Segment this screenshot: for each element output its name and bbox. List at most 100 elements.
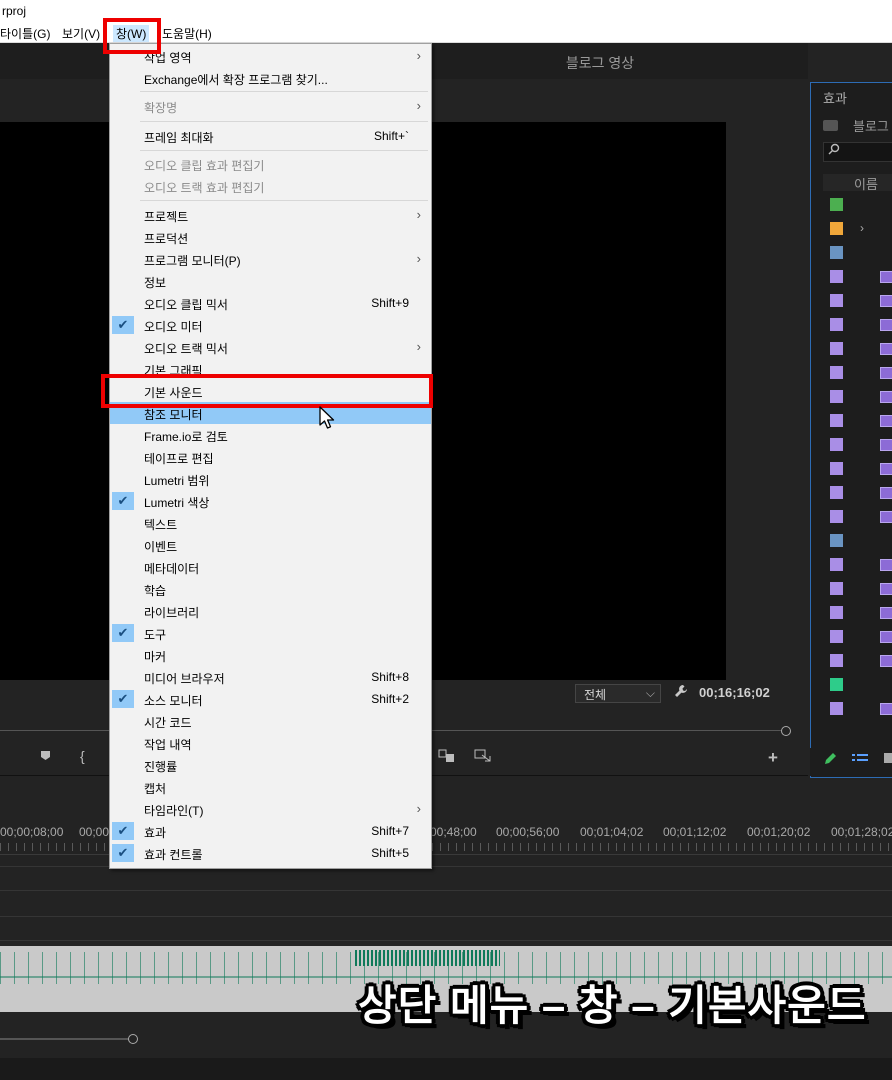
- wrench-icon[interactable]: [674, 684, 688, 701]
- bin-icon: [823, 120, 838, 131]
- label-swatch[interactable]: [830, 486, 843, 499]
- audio-waveform: [355, 950, 500, 966]
- search-icon: [828, 143, 840, 158]
- label-swatch[interactable]: [830, 558, 843, 571]
- menu-item-markers[interactable]: 마커: [110, 644, 431, 666]
- menu-item-audio-clip-effect-editor: 오디오 클립 효과 편집기: [110, 153, 431, 175]
- plus-icon[interactable]: +: [768, 748, 778, 768]
- menu-item-maximize-frame[interactable]: 프레임 최대화 Shift+`: [110, 125, 431, 147]
- menu-item-shortcut: Shift+5: [371, 846, 409, 860]
- label-swatch[interactable]: [830, 702, 843, 715]
- chevron-right-icon: ›: [416, 207, 421, 222]
- menu-item-edit-to-tape[interactable]: 테이프로 편집: [110, 446, 431, 468]
- label-swatch[interactable]: [830, 198, 843, 211]
- menu-item-info[interactable]: 정보: [110, 270, 431, 292]
- icon-view-icon[interactable]: [884, 753, 892, 763]
- label-swatch[interactable]: [830, 246, 843, 259]
- ruler-label: 00;01;12;02: [663, 825, 727, 839]
- label-swatch[interactable]: [830, 342, 843, 355]
- ruler-label: 00;01;04;02: [580, 825, 644, 839]
- label-swatch[interactable]: [830, 318, 843, 331]
- label-swatch[interactable]: [830, 462, 843, 475]
- menu-item-metadata[interactable]: 메타데이터: [110, 556, 431, 578]
- label-swatch[interactable]: [830, 390, 843, 403]
- menu-item-label: 작업 내역: [144, 738, 192, 752]
- label-swatch[interactable]: [830, 534, 843, 547]
- menu-item-label: 도구: [144, 628, 167, 642]
- menu-help[interactable]: 도움말(H): [162, 25, 212, 42]
- menu-item-label: 미디어 브라우저: [144, 672, 225, 686]
- label-swatch[interactable]: [830, 678, 843, 691]
- effects-panel-title[interactable]: 효과: [823, 88, 847, 107]
- menu-item-effects[interactable]: ✔ 효과 Shift+7: [110, 820, 431, 842]
- fit-select[interactable]: 전체 ⌵: [575, 684, 661, 703]
- clip-icon: [880, 391, 892, 403]
- label-swatch[interactable]: [830, 222, 843, 235]
- menu-item-capture[interactable]: 캡처: [110, 776, 431, 798]
- menu-item-review-frameio[interactable]: Frame.io로 검토: [110, 424, 431, 446]
- menu-item-label: 타임라인(T): [144, 804, 204, 818]
- clip-icon: [880, 463, 892, 475]
- menu-item-media-browser[interactable]: 미디어 브라우저 Shift+8: [110, 666, 431, 688]
- menu-item-audio-track-mixer[interactable]: 오디오 트랙 믹서 ›: [110, 336, 431, 358]
- menu-item-text[interactable]: 텍스트: [110, 512, 431, 534]
- menu-item-exchange[interactable]: Exchange에서 확장 프로그램 찾기...: [110, 67, 431, 89]
- menu-item-label: 소스 모니터: [144, 694, 203, 708]
- label-swatch[interactable]: [830, 414, 843, 427]
- chevron-right-icon[interactable]: ›: [860, 221, 864, 235]
- column-header-name[interactable]: 이름: [823, 174, 892, 192]
- insert-icon[interactable]: [438, 749, 456, 766]
- label-swatch[interactable]: [830, 654, 843, 667]
- track-divider: [0, 890, 892, 891]
- menu-item-audio-clip-mixer[interactable]: 오디오 클립 믹서 Shift+9: [110, 292, 431, 314]
- ruler-label: 00;00;56;00: [496, 825, 560, 839]
- menu-item-label: 오디오 미터: [144, 320, 203, 334]
- menu-title[interactable]: 타이틀(G): [0, 25, 50, 42]
- menu-separator: [140, 200, 428, 201]
- label-swatch[interactable]: [830, 582, 843, 595]
- menu-item-label: 라이브러리: [144, 606, 200, 620]
- menu-item-learn[interactable]: 학습: [110, 578, 431, 600]
- menu-item-production[interactable]: 프로덕션: [110, 226, 431, 248]
- menu-item-timecode[interactable]: 시간 코드: [110, 710, 431, 732]
- label-swatch[interactable]: [830, 294, 843, 307]
- label-swatch[interactable]: [830, 438, 843, 451]
- scroll-handle[interactable]: [781, 726, 791, 736]
- menu-item-libraries[interactable]: 라이브러리: [110, 600, 431, 622]
- label-swatch[interactable]: [830, 270, 843, 283]
- scroll-handle[interactable]: [128, 1034, 138, 1044]
- menu-item-shortcut: Shift+8: [371, 670, 409, 684]
- menu-item-effect-controls[interactable]: ✔ 효과 컨트롤 Shift+5: [110, 842, 431, 864]
- pencil-icon[interactable]: [823, 752, 837, 771]
- chevron-down-icon: ⌵: [645, 686, 655, 700]
- label-swatch[interactable]: [830, 606, 843, 619]
- menu-item-history[interactable]: 작업 내역: [110, 732, 431, 754]
- menu-separator: [140, 91, 428, 92]
- menu-item-audio-meters[interactable]: ✔ 오디오 미터: [110, 314, 431, 336]
- menu-item-lumetri-scopes[interactable]: Lumetri 범위: [110, 468, 431, 490]
- menu-item-timelines[interactable]: 타임라인(T) ›: [110, 798, 431, 820]
- label-swatch[interactable]: [830, 366, 843, 379]
- menu-item-project[interactable]: 프로젝트 ›: [110, 204, 431, 226]
- clip-icon: [880, 607, 892, 619]
- clip-icon: [880, 319, 892, 331]
- menu-item-events[interactable]: 이벤트: [110, 534, 431, 556]
- menu-item-progress[interactable]: 진행률: [110, 754, 431, 776]
- playhead-timecode[interactable]: 00;16;16;02: [699, 685, 770, 700]
- chevron-right-icon: ›: [416, 251, 421, 266]
- window-title: rproj: [2, 4, 27, 18]
- list-view-icon[interactable]: [852, 752, 868, 770]
- menu-item-program-monitor[interactable]: 프로그램 모니터(P) ›: [110, 248, 431, 270]
- timeline-zoom-bar[interactable]: [0, 1038, 132, 1040]
- menu-view[interactable]: 보기(V): [62, 25, 100, 42]
- menu-item-label: 시간 코드: [144, 716, 192, 730]
- menu-item-lumetri-color[interactable]: ✔ Lumetri 색상: [110, 490, 431, 512]
- label-swatch[interactable]: [830, 510, 843, 523]
- menu-item-source-monitor[interactable]: ✔ 소스 모니터 Shift+2: [110, 688, 431, 710]
- export-frame-icon[interactable]: [474, 749, 492, 766]
- menu-item-label: 정보: [144, 276, 167, 290]
- mark-in-icon[interactable]: {: [80, 748, 85, 764]
- marker-icon[interactable]: [40, 750, 51, 764]
- label-swatch[interactable]: [830, 630, 843, 643]
- menu-item-tools[interactable]: ✔ 도구: [110, 622, 431, 644]
